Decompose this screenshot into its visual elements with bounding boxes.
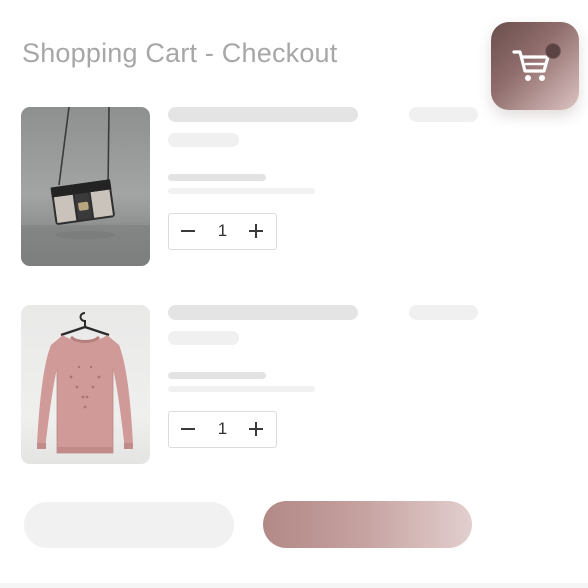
- quantity-value[interactable]: 1: [207, 214, 238, 248]
- plus-icon-stem: [255, 422, 257, 436]
- product-detail-placeholder: [168, 174, 266, 181]
- pink-sweater-photo: [37, 312, 133, 454]
- product-image[interactable]: [21, 305, 150, 464]
- cart-item: 1: [0, 107, 588, 267]
- minus-icon: [181, 230, 195, 232]
- plus-icon-stem: [255, 224, 257, 238]
- decrement-button[interactable]: [171, 412, 205, 446]
- decrement-button[interactable]: [171, 214, 205, 248]
- continue-shopping-button[interactable]: [24, 502, 234, 548]
- product-variant-placeholder: [168, 133, 239, 147]
- checkout-button[interactable]: [263, 501, 472, 548]
- product-price-placeholder: [409, 107, 478, 122]
- product-detail-placeholder: [168, 386, 315, 392]
- quantity-value[interactable]: 1: [207, 412, 238, 446]
- product-detail-placeholder: [168, 372, 266, 379]
- increment-button[interactable]: [240, 214, 274, 248]
- cart-button[interactable]: [491, 22, 579, 110]
- quantity-stepper: 1: [168, 213, 277, 250]
- bottom-divider: [0, 583, 588, 588]
- product-price-placeholder: [409, 305, 478, 320]
- increment-button[interactable]: [240, 412, 274, 446]
- cart-item: 1: [0, 305, 588, 465]
- crossbody-bag-photo: [21, 107, 150, 266]
- cart-badge: [545, 43, 561, 59]
- page-title: Shopping Cart - Checkout: [22, 38, 338, 68]
- product-variant-placeholder: [168, 331, 239, 345]
- product-detail-placeholder: [168, 188, 315, 194]
- product-name-placeholder: [168, 107, 358, 122]
- product-name-placeholder: [168, 305, 358, 320]
- minus-icon: [181, 428, 195, 430]
- quantity-stepper: 1: [168, 411, 277, 448]
- product-image[interactable]: [21, 107, 150, 266]
